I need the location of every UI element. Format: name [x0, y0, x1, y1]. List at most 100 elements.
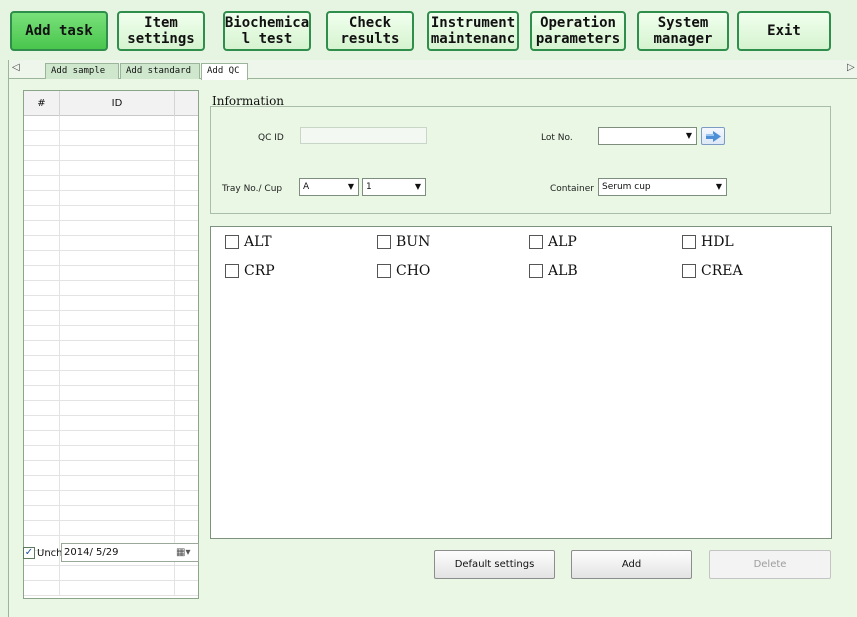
column-header-number[interactable]: #	[24, 91, 60, 116]
container-label: Container	[550, 184, 594, 194]
table-row[interactable]	[24, 116, 198, 131]
table-row[interactable]	[24, 521, 198, 536]
system-manager-button[interactable]: System manager	[637, 11, 729, 51]
tab-strip: ◁ Add sample Add standard Add QC ▷	[9, 60, 857, 80]
date-picker[interactable]: 2014/ 5/29 ▦▾	[61, 543, 199, 562]
item-checkbox-hdl[interactable]: HDL	[682, 234, 734, 250]
table-row[interactable]	[24, 446, 198, 461]
checkbox-icon[interactable]	[529, 235, 543, 249]
table-row[interactable]	[24, 356, 198, 371]
row-cell-number	[24, 221, 60, 236]
chevron-down-icon: ▼	[715, 182, 722, 191]
check-results-button[interactable]: Check results	[326, 11, 414, 51]
cup-dropdown[interactable]: 1 ▼	[362, 178, 426, 196]
table-row[interactable]	[24, 176, 198, 191]
table-row[interactable]	[24, 281, 198, 296]
main-toolbar: Add task Item settings Biochemica l test…	[0, 0, 857, 60]
row-cell-number	[24, 206, 60, 221]
table-row[interactable]	[24, 506, 198, 521]
item-checkbox-alt[interactable]: ALT	[225, 234, 272, 250]
table-row[interactable]	[24, 386, 198, 401]
operation-parameters-button[interactable]: Operation parameters	[530, 11, 626, 51]
row-cell-id	[60, 236, 175, 251]
table-row[interactable]	[24, 161, 198, 176]
row-cell-id	[60, 326, 175, 341]
table-row[interactable]	[24, 266, 198, 281]
tab-scroll-right-icon[interactable]: ▷	[847, 62, 855, 73]
qc-list[interactable]: # ID	[23, 90, 199, 599]
qc-id-field[interactable]	[300, 127, 427, 144]
item-checkbox-crea[interactable]: CREA	[682, 263, 743, 279]
table-row[interactable]	[24, 131, 198, 146]
table-row[interactable]	[24, 401, 198, 416]
column-header-id[interactable]: ID	[60, 91, 175, 116]
row-cell-number	[24, 296, 60, 311]
row-cell-id	[60, 491, 175, 506]
instrument-maintenance-button[interactable]: Instrument maintenanc	[427, 11, 519, 51]
lot-no-label: Lot No.	[541, 133, 573, 143]
checkbox-icon[interactable]	[225, 235, 239, 249]
lot-go-button[interactable]	[701, 127, 725, 145]
exit-button[interactable]: Exit	[737, 11, 831, 51]
table-row[interactable]	[24, 491, 198, 506]
row-cell-number	[24, 326, 60, 341]
add-task-panel: ◁ Add sample Add standard Add QC ▷ # ID …	[8, 60, 857, 617]
checkbox-icon[interactable]	[529, 264, 543, 278]
table-row[interactable]	[24, 191, 198, 206]
row-cell-number	[24, 506, 60, 521]
biochemical-test-button[interactable]: Biochemica l test	[223, 11, 311, 51]
row-cell-number	[24, 311, 60, 326]
table-row[interactable]	[24, 251, 198, 266]
item-settings-button[interactable]: Item settings	[117, 11, 205, 51]
table-row[interactable]	[24, 146, 198, 161]
row-cell-id	[60, 251, 175, 266]
test-items-area: ALT BUN ALP HDL CRP CHO ALB CREA	[210, 226, 832, 539]
table-row[interactable]	[24, 371, 198, 386]
container-value: Serum cup	[602, 182, 651, 192]
row-cell-number	[24, 476, 60, 491]
table-row[interactable]	[24, 206, 198, 221]
table-row[interactable]	[24, 476, 198, 491]
checkbox-icon[interactable]	[225, 264, 239, 278]
checkbox-icon[interactable]	[377, 264, 391, 278]
item-checkbox-alp[interactable]: ALP	[529, 234, 577, 250]
tray-dropdown[interactable]: A ▼	[299, 178, 359, 196]
calendar-icon[interactable]: ▦▾	[176, 546, 194, 559]
row-cell-number	[24, 161, 60, 176]
default-settings-button[interactable]: Default settings	[434, 550, 555, 579]
tab-add-qc[interactable]: Add QC	[201, 63, 248, 80]
table-row[interactable]	[24, 416, 198, 431]
unch-checkbox[interactable]: ✓	[23, 547, 35, 559]
table-row[interactable]	[24, 581, 198, 596]
table-row[interactable]	[24, 326, 198, 341]
table-row[interactable]	[24, 341, 198, 356]
table-row[interactable]	[24, 296, 198, 311]
item-checkbox-alb[interactable]: ALB	[529, 263, 578, 279]
table-row[interactable]	[24, 221, 198, 236]
row-cell-number	[24, 251, 60, 266]
checkbox-icon[interactable]	[682, 235, 696, 249]
table-row[interactable]	[24, 566, 198, 581]
table-row[interactable]	[24, 311, 198, 326]
table-row[interactable]	[24, 236, 198, 251]
tab-add-sample[interactable]: Add sample	[45, 63, 119, 79]
add-task-button[interactable]: Add task	[10, 11, 108, 51]
item-checkbox-cho[interactable]: CHO	[377, 263, 430, 279]
unch-option[interactable]: ✓ Unch	[23, 545, 63, 561]
row-cell-id	[60, 386, 175, 401]
checkbox-icon[interactable]	[377, 235, 391, 249]
item-label: BUN	[396, 234, 431, 250]
delete-button[interactable]: Delete	[709, 550, 831, 579]
tab-scroll-left-icon[interactable]: ◁	[12, 62, 20, 73]
row-cell-id	[60, 566, 175, 581]
add-button[interactable]: Add	[571, 550, 692, 579]
tab-add-standard[interactable]: Add standard	[120, 63, 200, 79]
item-checkbox-bun[interactable]: BUN	[377, 234, 430, 250]
checkbox-icon[interactable]	[682, 264, 696, 278]
table-row[interactable]	[24, 461, 198, 476]
chevron-down-icon: ▼	[414, 182, 421, 191]
lot-no-dropdown[interactable]: ▼	[598, 127, 697, 145]
item-checkbox-crp[interactable]: CRP	[225, 263, 275, 279]
container-dropdown[interactable]: Serum cup ▼	[598, 178, 727, 196]
table-row[interactable]	[24, 431, 198, 446]
